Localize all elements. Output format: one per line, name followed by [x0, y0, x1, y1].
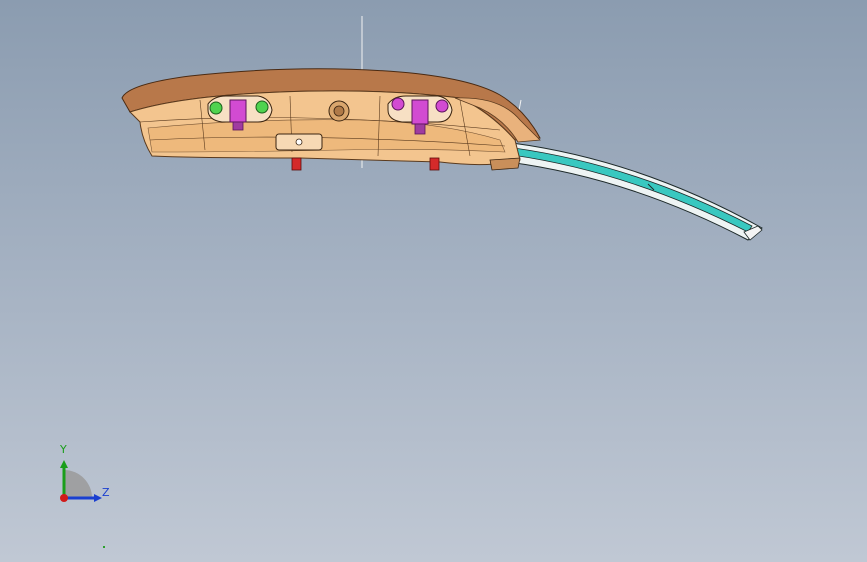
- housing-body[interactable]: [121, 68, 541, 166]
- z-axis-label: Z: [102, 486, 110, 499]
- headlamp-housing-model[interactable]: [0, 0, 867, 562]
- rear-clip[interactable]: [489, 157, 521, 171]
- origin-marker: [103, 546, 105, 548]
- trim-strip[interactable]: [507, 142, 763, 241]
- connector-pin-left[interactable]: [291, 157, 302, 171]
- y-axis-label: Y: [60, 443, 67, 456]
- cad-graphics-viewport[interactable]: Y Z: [0, 0, 867, 562]
- connector-pin-right[interactable]: [429, 157, 440, 171]
